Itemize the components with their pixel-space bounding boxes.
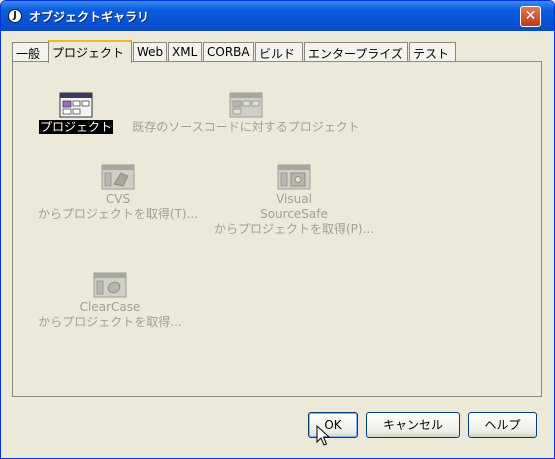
gallery-item-label: プロジェクト [38,120,113,134]
tab-web[interactable]: Web [133,42,167,61]
tab-enterprise[interactable]: エンタープライズ [304,42,408,61]
gallery-item-sourcesafe[interactable]: Visual SourceSafe からプロジェクトを取得(P)... [210,164,378,237]
gallery-item-label-line: からプロジェクトを取得(T)... [37,207,199,221]
tab-build[interactable]: ビルド [255,42,303,61]
gallery-item-label-line: ClearCase [79,300,141,314]
tab-test[interactable]: テスト [409,42,456,61]
tab-general[interactable]: 一般 [12,42,50,61]
project-icon [59,92,93,118]
cvs-icon [101,164,135,190]
gallery-item-label-line: Visual [276,192,312,206]
gallery-item-label-line: からプロジェクトを取得... [38,315,182,329]
close-button[interactable]: ✕ [520,6,541,27]
gallery-item-project[interactable]: プロジェクト [38,92,114,135]
tab-corba[interactable]: CORBA [203,42,254,61]
clearcase-icon [93,272,127,298]
gallery-item-label: 既存のソースコードに対するプロジェクト [132,120,360,134]
gallery-item-clearcase[interactable]: ClearCase からプロジェクトを取得... [34,272,186,330]
sourcesafe-icon [277,164,311,190]
window-title: オブジェクトギャラリ [29,10,150,24]
help-button[interactable]: ヘルプ [468,412,537,438]
gallery-item-label-line: CVS [105,192,131,206]
gallery-item-existing-source[interactable]: 既存のソースコードに対するプロジェクト [128,92,364,135]
java-app-icon: J [8,9,22,23]
tab-xml[interactable]: XML [168,42,202,61]
mouse-cursor-icon [316,425,330,446]
tab-project[interactable]: プロジェクト [48,40,132,63]
cancel-button[interactable]: キャンセル [366,412,460,438]
title-bar[interactable]: J オブジェクトギャラリ ✕ [1,1,554,31]
gallery-item-label-line: からプロジェクトを取得(P)... [213,222,375,236]
gallery-item-cvs[interactable]: CVS からプロジェクトを取得(T)... [36,164,200,222]
existing-source-project-icon [229,92,263,118]
gallery-item-label-line: SourceSafe [260,207,328,221]
